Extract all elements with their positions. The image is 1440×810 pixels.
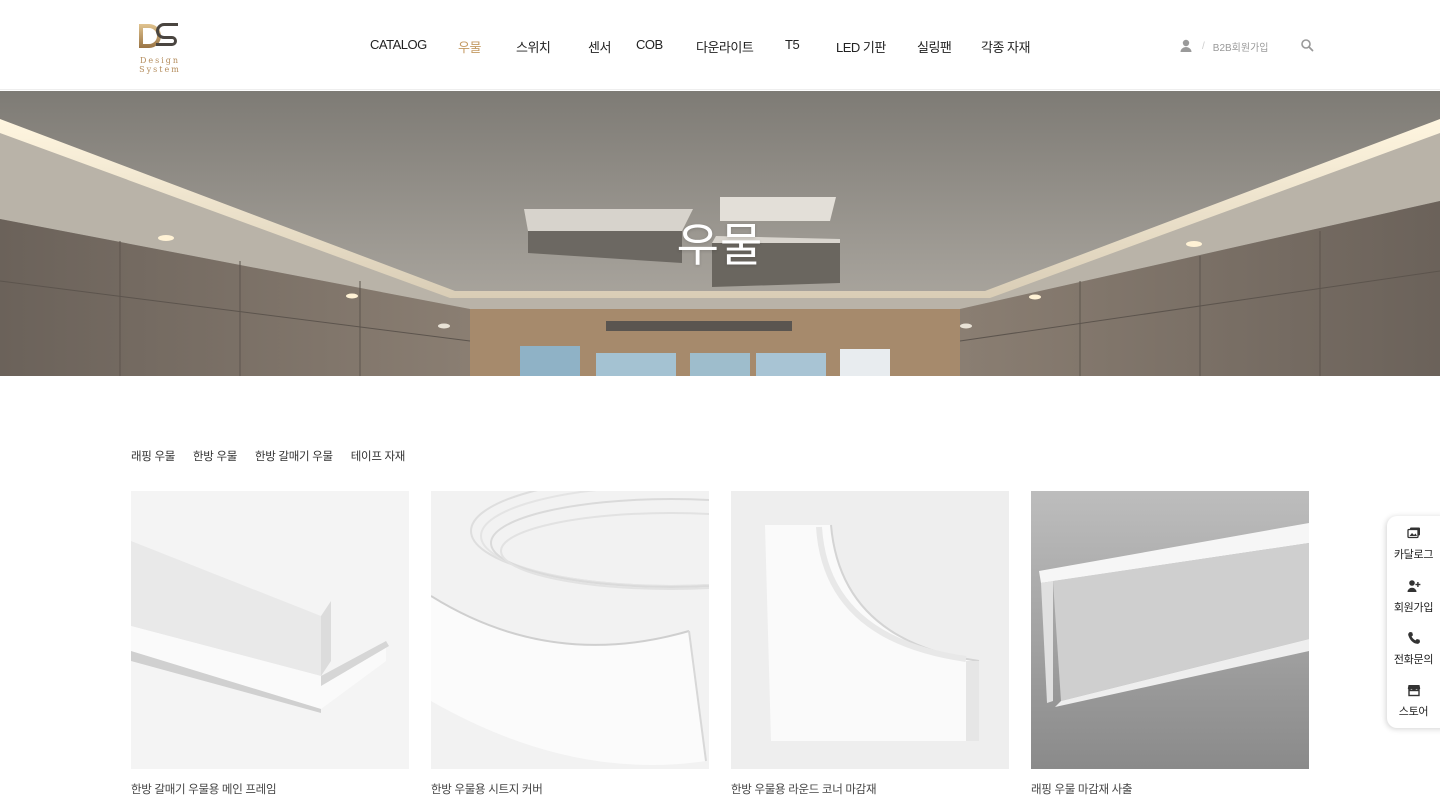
product-image[interactable] xyxy=(131,491,409,769)
nav-item-t5[interactable]: T5 xyxy=(785,34,807,56)
nav-item-switches[interactable]: 스위치 xyxy=(516,34,560,56)
user-icon[interactable] xyxy=(1178,38,1194,54)
brand-logo[interactable]: Design System xyxy=(118,20,202,74)
nav-item-sensors[interactable]: 센서 xyxy=(588,34,614,56)
product-image[interactable] xyxy=(731,491,1009,769)
main-nav: CATALOG 우물 스위치 센서 COB 다운라이트 T5 LED 기판 실링… xyxy=(370,34,1037,56)
search-icon[interactable] xyxy=(1300,38,1314,52)
nav-item-wells[interactable]: 우물 xyxy=(458,34,496,56)
subcategory-tabs: 래핑 우물 한방 우물 한방 갈매기 우물 테이프 자재 xyxy=(131,448,423,466)
product-name[interactable]: 한방 우물용 시트지 커버 xyxy=(431,781,709,797)
site-header: Design System CATALOG 우물 스위치 센서 COB 다운라이… xyxy=(0,0,1440,90)
b2b-signup-link[interactable]: B2B회원가입 xyxy=(1213,39,1269,54)
product-image[interactable] xyxy=(1031,491,1309,769)
catalog-images-icon xyxy=(1406,527,1420,539)
hero-banner: 우물 xyxy=(0,91,1440,376)
product-image[interactable] xyxy=(431,491,709,769)
logo-text: Design System xyxy=(139,56,181,74)
product-name[interactable]: 래핑 우물 마감재 사출 xyxy=(1031,781,1309,797)
nav-item-ceiling-fan[interactable]: 실링팬 xyxy=(917,34,957,56)
user-plus-icon xyxy=(1407,580,1420,592)
nav-item-catalog[interactable]: CATALOG xyxy=(370,34,438,56)
quick-catalog-button[interactable]: 카달로그 xyxy=(1387,526,1440,562)
quick-label: 카달로그 xyxy=(1393,549,1434,561)
nav-item-materials[interactable]: 각종 자재 xyxy=(981,34,1037,56)
product-card[interactable]: 한방 갈매기 우물용 메인 프레임 xyxy=(131,491,409,797)
separator: / xyxy=(1202,40,1205,52)
nav-item-led-board[interactable]: LED 기판 xyxy=(836,34,892,56)
quick-label: 전화문의 xyxy=(1393,654,1434,666)
logo-mark-icon xyxy=(139,23,178,48)
header-account-links: / B2B회원가입 xyxy=(1178,36,1268,56)
quick-menu: 카달로그 회원가입 전화문의 스토어 xyxy=(1387,516,1440,728)
phone-icon xyxy=(1407,632,1420,644)
hero-title: 우물 xyxy=(676,219,764,271)
product-card[interactable]: 한방 우물용 라운드 코너 마감재 xyxy=(731,491,1009,797)
subtab-gull-well[interactable]: 한방 갈매기 우물 xyxy=(255,448,333,466)
nav-item-cob[interactable]: COB xyxy=(636,34,674,56)
product-card[interactable]: 래핑 우물 마감재 사출 xyxy=(1031,491,1309,797)
product-name[interactable]: 한방 우물용 라운드 코너 마감재 xyxy=(731,781,1009,797)
subtab-one-piece-well[interactable]: 한방 우물 xyxy=(193,448,237,466)
quick-label: 스토어 xyxy=(1398,706,1429,718)
nav-item-downlights[interactable]: 다운라이트 xyxy=(696,34,758,56)
quick-phone-button[interactable]: 전화문의 xyxy=(1387,631,1440,667)
product-name[interactable]: 한방 갈매기 우물용 메인 프레임 xyxy=(131,781,409,797)
quick-label: 회원가입 xyxy=(1393,602,1434,614)
subtab-wrapping-well[interactable]: 래핑 우물 xyxy=(131,448,175,466)
subtab-tape-materials[interactable]: 테이프 자재 xyxy=(351,448,406,466)
quick-signup-button[interactable]: 회원가입 xyxy=(1387,579,1440,615)
product-card[interactable]: 한방 우물용 시트지 커버 xyxy=(431,491,709,797)
quick-store-button[interactable]: 스토어 xyxy=(1387,683,1440,719)
store-icon xyxy=(1407,685,1420,697)
